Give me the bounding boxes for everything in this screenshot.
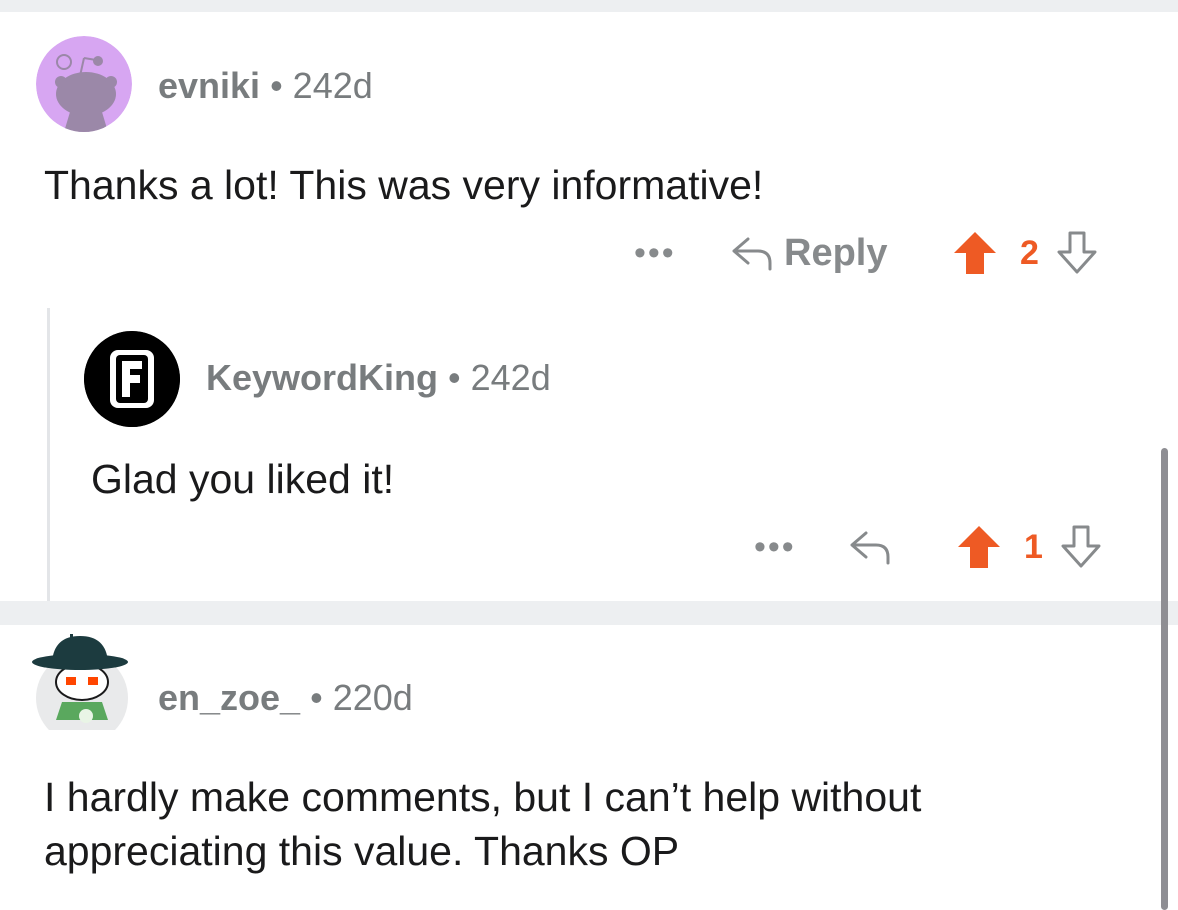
reply-arrow-icon: [732, 237, 772, 271]
username[interactable]: evniki: [158, 65, 260, 106]
user-avatar[interactable]: [84, 331, 180, 427]
snoo-avatar-hat-icon: [32, 634, 128, 730]
username[interactable]: KeywordKing: [206, 357, 438, 398]
scrollbar[interactable]: [1161, 448, 1168, 910]
vote-score: 1: [1024, 527, 1043, 566]
section-divider: [0, 0, 1178, 12]
snoo-avatar-purple-icon: [36, 36, 132, 132]
downvote-arrow-icon[interactable]: [1055, 230, 1099, 276]
comment-age: 242d: [470, 357, 551, 398]
comment-body: Thanks a lot! This was very informative!: [44, 162, 764, 208]
comment-age: 220d: [332, 677, 413, 718]
vote-control: 1: [956, 522, 1103, 572]
section-divider: [0, 601, 1178, 625]
vote-score: 2: [1020, 233, 1039, 272]
upvote-arrow-icon[interactable]: [956, 524, 1002, 570]
reply-button[interactable]: [848, 522, 892, 572]
separator-dot: •: [270, 65, 283, 106]
comment-meta: evniki • 242d: [158, 66, 373, 106]
reply-label: Reply: [784, 231, 888, 274]
upvote-arrow-icon[interactable]: [952, 230, 998, 276]
comment-age: 242d: [292, 65, 373, 106]
comment-body: Glad you liked it!: [91, 456, 395, 502]
comment-body: I hardly make comments, but I can’t help…: [44, 774, 922, 874]
vote-control: 2: [952, 228, 1099, 278]
separator-dot: •: [310, 677, 323, 718]
comment-meta: en_zoe_ • 220d: [158, 678, 413, 718]
letter-f-avatar-icon: [84, 331, 180, 427]
more-options-button[interactable]: •••: [634, 228, 676, 278]
reply-button[interactable]: Reply: [730, 228, 887, 278]
thread-line[interactable]: [47, 308, 50, 601]
downvote-arrow-icon[interactable]: [1059, 524, 1103, 570]
separator-dot: •: [448, 357, 461, 398]
user-avatar[interactable]: [36, 36, 132, 132]
more-options-button[interactable]: •••: [754, 522, 796, 572]
username[interactable]: en_zoe_: [158, 677, 300, 718]
user-avatar[interactable]: [32, 634, 132, 746]
reply-arrow-icon: [850, 531, 890, 565]
comment-meta: KeywordKing • 242d: [206, 358, 551, 398]
